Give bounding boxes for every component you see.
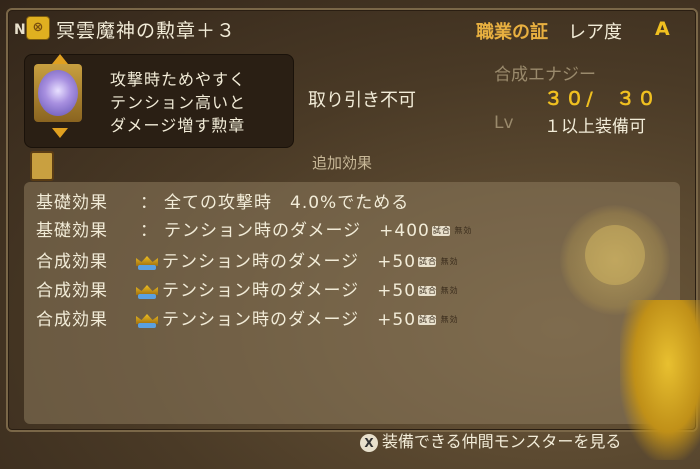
level-label: Lv: [494, 113, 514, 133]
effect-text: 全ての攻撃時 4.0%でためる: [164, 193, 410, 213]
crown-icon: [134, 283, 160, 299]
effects-heading: 追加効果: [312, 154, 373, 172]
synthesis-energy-value: ３０/ ３０: [544, 88, 658, 110]
effect-value: +50: [377, 252, 417, 272]
arrow-down-icon[interactable]: [52, 128, 68, 138]
synthesis-energy-label: 合成エナジー: [494, 65, 596, 85]
level-requirement: １以上装備可: [544, 117, 646, 137]
effect-type-label: 合成効果: [36, 281, 108, 301]
description-line: テンション高いと: [110, 93, 247, 112]
effect-type-label: 合成効果: [36, 310, 108, 330]
effect-row: 合成効果 テンション時のダメージ +50試合 無効: [36, 247, 458, 272]
item-detail-panel: N ⊗ 冥雲魔神の勲章＋３ 職業の証 レア度 A 攻撃時ためやすく テンション高…: [0, 0, 700, 469]
effect-row: 合成効果 テンション時のダメージ +50試合 無効: [36, 276, 458, 301]
effect-row: 基礎効果 ： 全ての攻撃時 4.0%でためる: [36, 188, 409, 213]
crown-icon: [134, 254, 160, 270]
effect-separator: ：: [140, 193, 158, 213]
crown-icon: [134, 312, 160, 328]
medal-icon: ⊗: [26, 16, 50, 40]
rarity-label: レア度: [568, 22, 622, 43]
effect-text: テンション時のダメージ: [164, 221, 362, 241]
effect-type-label: 合成効果: [36, 252, 108, 272]
effect-value: +400: [379, 221, 430, 241]
effect-row: 合成効果 テンション時のダメージ +50試合 無効: [36, 305, 458, 330]
effect-text: テンション時のダメージ: [162, 281, 360, 301]
match-disabled-tag: 試合 無効: [418, 315, 458, 325]
medal-image-icon: [38, 70, 78, 116]
gold-creature-decoration: [620, 300, 700, 460]
effect-separator: ：: [140, 221, 158, 241]
match-disabled-tag: 試合 無効: [431, 226, 471, 236]
rarity-value: A: [655, 18, 670, 40]
description-line: 攻撃時ためやすく: [110, 70, 247, 89]
effect-type-label: 基礎効果: [36, 221, 108, 241]
x-button-icon: X: [360, 433, 378, 452]
effect-text: テンション時のダメージ: [162, 310, 360, 330]
sun-face-decoration: [585, 225, 645, 285]
book-icon[interactable]: [30, 151, 54, 181]
view-monsters-label: 装備できる仲間モンスターを見る: [382, 432, 622, 451]
effect-type-label: 基礎効果: [36, 193, 108, 213]
effect-row: 基礎効果 ： テンション時のダメージ +400試合 無効: [36, 216, 471, 241]
effect-text: テンション時のダメージ: [162, 252, 360, 272]
description-line: ダメージ増す勲章: [110, 116, 246, 135]
effect-value: +50: [377, 310, 417, 330]
job-certificate-label: 職業の証: [476, 22, 548, 43]
effect-value: +50: [377, 281, 417, 301]
match-disabled-tag: 試合 無効: [418, 257, 458, 267]
item-title: 冥雲魔神の勲章＋３: [56, 20, 237, 42]
arrow-up-icon[interactable]: [52, 54, 68, 64]
tradable-status: 取り引き不可: [308, 90, 416, 111]
view-monsters-button[interactable]: X 装備できる仲間モンスターを見る: [360, 428, 621, 452]
match-disabled-tag: 試合 無効: [418, 286, 458, 296]
n-badge: N: [14, 22, 26, 38]
